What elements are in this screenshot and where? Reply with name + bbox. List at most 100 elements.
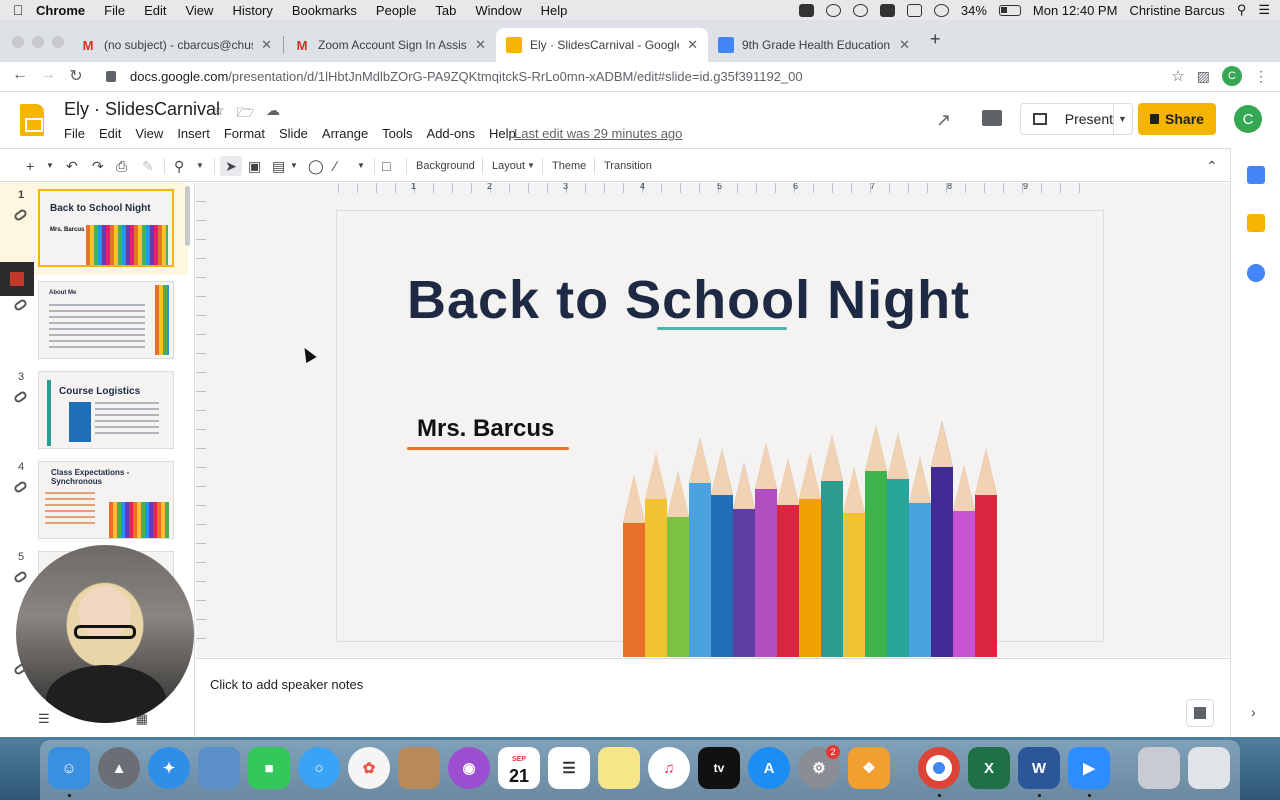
close-tab-icon[interactable]: ✕ [261,37,272,53]
calendar-app-icon[interactable]: SEP 21 [498,747,540,789]
airplay-icon[interactable] [906,3,922,17]
app-store-icon[interactable]: A [748,747,790,789]
menu-view[interactable]: View [135,126,163,141]
slide-thumbnail-3[interactable]: Course Logistics [38,371,174,449]
theme-button[interactable]: Theme [552,156,586,176]
menu-format[interactable]: Format [224,126,265,141]
menu-edit[interactable]: Edit [99,126,121,141]
star-icon[interactable]: ☆ [212,102,225,126]
word-icon[interactable]: W [1018,747,1060,789]
close-tab-icon[interactable]: ✕ [475,37,486,53]
photos-icon[interactable]: ✿ [348,747,390,789]
tasks-addon-icon[interactable] [1247,264,1265,282]
close-tab-icon[interactable]: ✕ [687,37,698,53]
menu-view[interactable]: View [185,3,213,18]
reload-icon[interactable]: ↻ [66,66,86,86]
current-slide[interactable]: Back to School Night Mrs. Barcus [336,210,1104,657]
contacts-icon[interactable] [398,747,440,789]
podcasts-icon[interactable]: ◉ [448,747,490,789]
menu-edit[interactable]: Edit [144,3,166,18]
launchpad-icon[interactable]: ▲ [98,747,140,789]
explore-button[interactable] [1186,699,1214,727]
bookmark-star-icon[interactable]: ☆ [1171,67,1184,85]
close-window-button[interactable] [12,36,24,48]
creative-cloud-icon[interactable] [825,3,841,17]
zoom-icon[interactable]: ⚲ [174,156,184,176]
print-icon[interactable]: ⎙ [116,156,127,176]
wifi-icon[interactable] [933,3,949,17]
line-dropdown-icon[interactable]: ▼ [357,156,365,176]
menu-help[interactable]: Help [489,126,516,141]
apple-icon[interactable]:  [0,2,36,18]
excel-icon[interactable]: X [968,747,1010,789]
trash-icon[interactable] [1188,747,1230,789]
layout-button[interactable]: Layout [492,156,525,176]
move-folder-icon[interactable]: 🗁 [237,102,254,126]
last-edit-link[interactable]: Last edit was 29 minutes ago [514,126,682,141]
new-slide-dropdown-icon[interactable]: ▼ [46,156,54,176]
battery-icon[interactable] [998,4,1021,16]
menu-slide[interactable]: Slide [279,126,308,141]
spotlight-search-icon[interactable]: ⚲ [1237,2,1247,18]
image-dropdown-icon[interactable]: ▼ [290,156,298,176]
slide-subtitle[interactable]: Mrs. Barcus [417,415,554,443]
present-dropdown-button[interactable]: ▼ [1113,103,1133,135]
zoom-dropdown-icon[interactable]: ▼ [196,156,204,176]
reminders-icon[interactable]: ☰ [548,747,590,789]
calendar-addon-icon[interactable] [1247,166,1265,184]
redo-icon[interactable]: ↷ [92,156,104,176]
menu-tab[interactable]: Tab [435,3,456,18]
chrome-icon[interactable] [918,747,960,789]
music-icon[interactable]: ♫ [648,747,690,789]
browser-tab-gmail[interactable]: M (no subject) - cbarcus@chusd ✕ [70,28,282,62]
menu-bookmarks[interactable]: Bookmarks [292,3,357,18]
menu-history[interactable]: History [232,3,272,18]
transition-button[interactable]: Transition [604,156,652,176]
vertical-ruler[interactable] [196,201,206,641]
menu-window[interactable]: Window [475,3,521,18]
slide-title[interactable]: Back to School Night [407,269,1007,331]
menu-arrange[interactable]: Arrange [322,126,368,141]
slide-thumbnail-4[interactable]: Class Expectations - Synchronous [38,461,174,539]
colored-pencils-image[interactable] [623,413,1059,657]
menubar-user[interactable]: Christine Barcus [1129,3,1224,18]
record-indicator[interactable] [0,262,34,296]
line-icon[interactable]: ∕ [334,156,336,176]
expand-side-panel-chevron-icon[interactable]: › [1251,704,1256,720]
cloud-saved-icon[interactable]: ☁ [266,102,280,126]
document-title[interactable]: Ely · SlidesCarnival [64,99,220,120]
messages-icon[interactable]: ○ [298,747,340,789]
office-icon[interactable]: ❖ [848,747,890,789]
slide-thumbnail-1[interactable]: Back to School Night Mrs. Barcus [38,189,174,267]
undo-icon[interactable]: ↶ [66,156,78,176]
browser-menu-icon[interactable]: ⋮ [1254,68,1268,85]
layout-dropdown-icon[interactable]: ▼ [527,156,535,176]
new-slide-plus-icon[interactable]: + [26,156,34,176]
share-button[interactable]: Share [1138,103,1216,135]
preview-icon[interactable] [198,747,240,789]
tv-icon[interactable]: tv [698,747,740,789]
dnd-icon[interactable] [852,3,868,17]
menu-tools[interactable]: Tools [382,126,412,141]
keep-addon-icon[interactable] [1247,214,1265,232]
notes-app-icon[interactable] [598,747,640,789]
speaker-notes-panel[interactable]: Click to add speaker notes [196,658,1230,737]
menu-file[interactable]: File [64,126,85,141]
slide-canvas-area[interactable]: 1 2 3 4 5 6 7 8 9 Back to School Night M… [196,183,1230,657]
background-button[interactable]: Background [416,156,475,176]
back-arrow-icon[interactable]: ← [10,66,30,84]
facetime-icon[interactable]: ■ [248,747,290,789]
menu-app-name[interactable]: Chrome [36,3,85,18]
notification-center-icon[interactable]: ☰ [1258,2,1270,18]
image-icon[interactable]: ▤ [272,156,285,176]
zoom-status-icon[interactable] [798,3,814,17]
lock-icon[interactable] [106,70,116,82]
slides-logo-icon[interactable] [20,104,44,136]
browser-tab-zoom[interactable]: M Zoom Account Sign In Assistan ✕ [284,28,496,62]
downloads-icon[interactable] [1138,747,1180,789]
menu-file[interactable]: File [104,3,125,18]
extensions-puzzle-icon[interactable]: ▨ [1197,68,1210,85]
collapse-toolbar-chevron-icon[interactable]: ⌃ [1206,156,1218,176]
menubar-clock[interactable]: Mon 12:40 PM [1033,3,1118,18]
paint-format-icon[interactable]: ✎ [142,156,154,176]
